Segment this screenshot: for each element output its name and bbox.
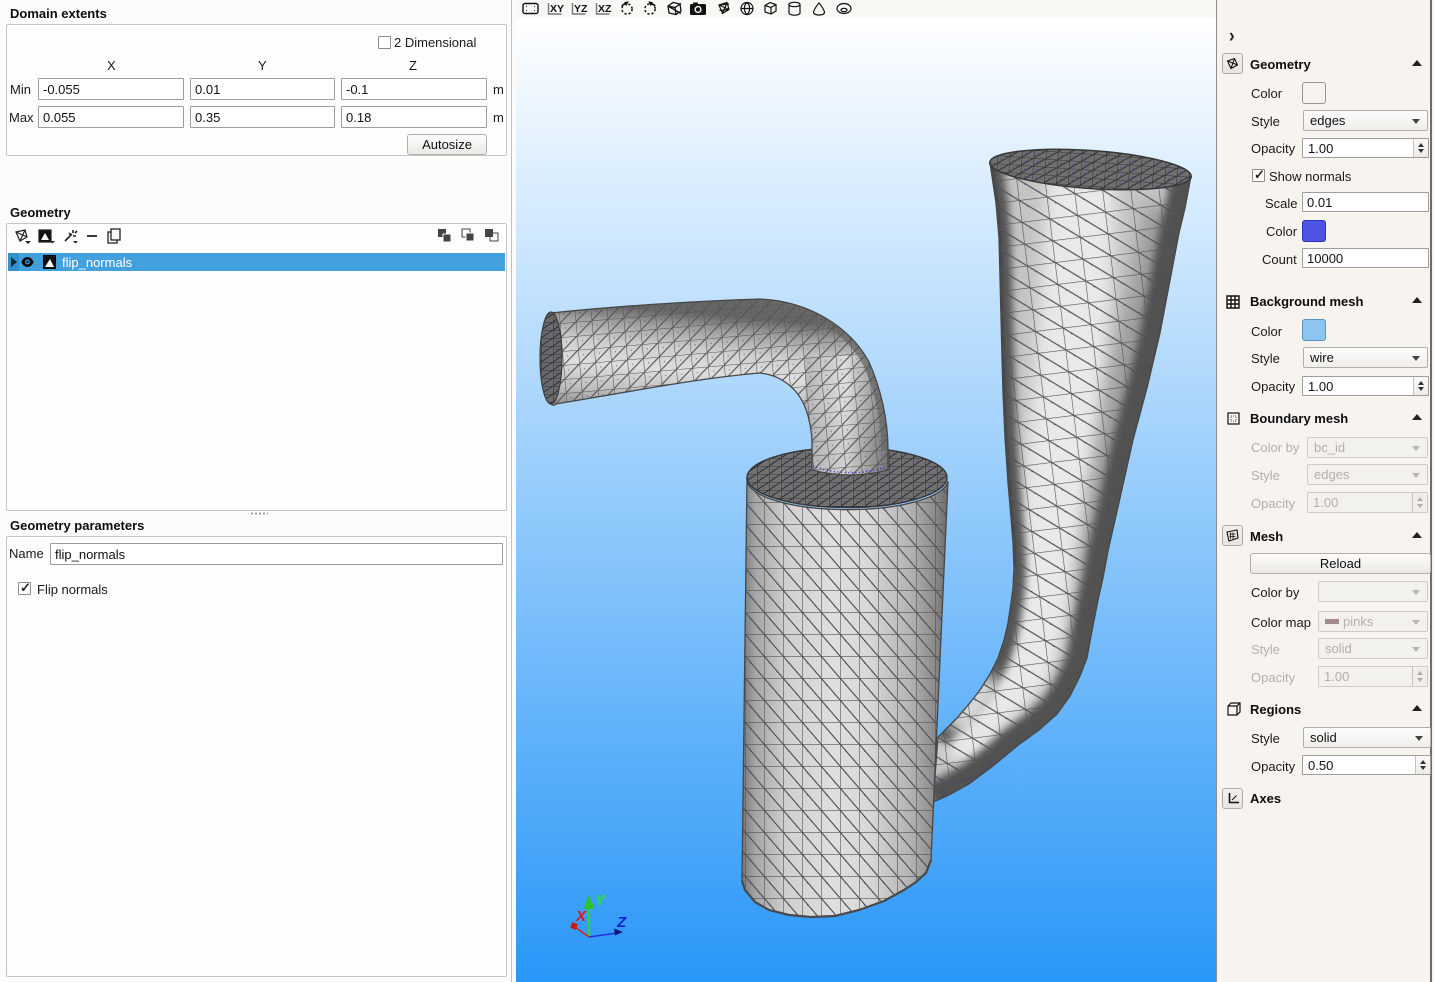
svg-text:Z: Z <box>616 914 627 931</box>
svg-text:XZ: XZ <box>598 3 612 15</box>
svg-text:YZ: YZ <box>574 3 588 15</box>
svg-text:X: X <box>575 908 587 925</box>
svg-text:XY: XY <box>550 3 564 15</box>
